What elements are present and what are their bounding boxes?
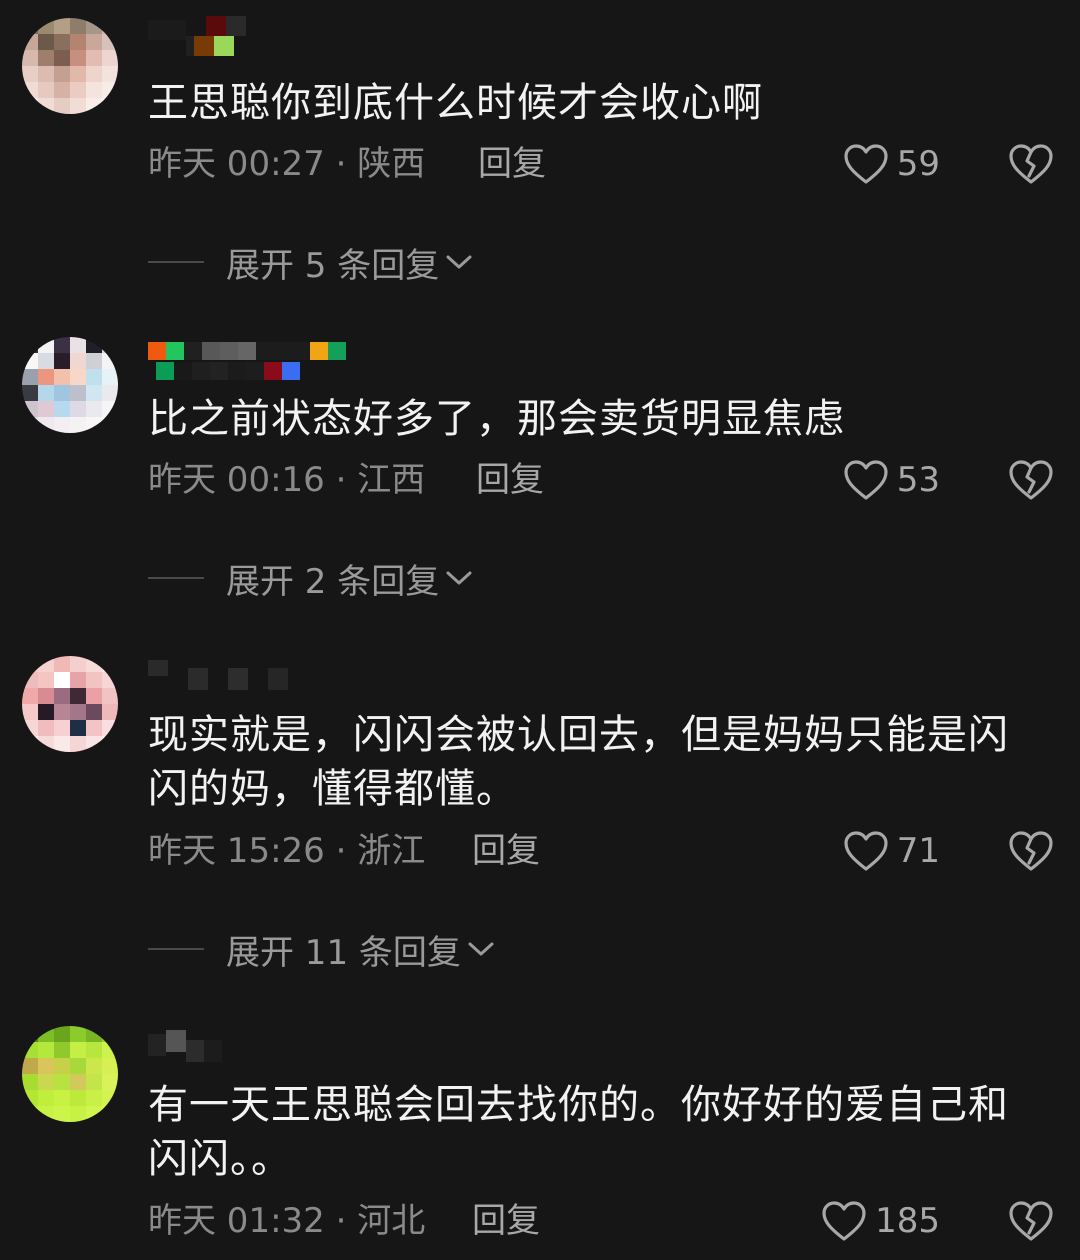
expand-replies-label: 展开 2 条回复: [226, 561, 440, 602]
comment-text: 比之前状态好多了，那会卖货明显焦虑: [148, 396, 845, 442]
like-button[interactable]: 71: [843, 827, 940, 875]
avatar[interactable]: [22, 1026, 118, 1122]
heart-outline-icon: [844, 144, 888, 184]
expand-replies-label: 展开 5 条回复: [226, 245, 440, 286]
comment-meta: 昨天 15:26 · 浙江: [148, 827, 425, 875]
comment-time-location: 昨天 00:16 · 江西: [148, 460, 426, 500]
reply-button[interactable]: 回复: [472, 1197, 540, 1245]
username[interactable]: [148, 1030, 222, 1070]
comment-meta: 昨天 00:27 · 陕西: [148, 140, 425, 188]
comment-text: 王思聪你到底什么时候才会收心啊: [148, 80, 763, 126]
dislike-button[interactable]: [1006, 456, 1056, 504]
comment-time-location: 昨天 00:27 · 陕西: [148, 144, 426, 184]
like-button[interactable]: 53: [843, 456, 940, 504]
broken-heart-icon: [1009, 144, 1053, 184]
divider-line: [148, 948, 204, 950]
dislike-button[interactable]: [1006, 827, 1056, 875]
dislike-button[interactable]: [1006, 140, 1056, 188]
like-count: 53: [896, 460, 940, 500]
comment-meta: 昨天 00:16 · 江西: [148, 456, 425, 504]
username[interactable]: [148, 656, 288, 696]
expand-replies-label: 展开 11 条回复: [226, 932, 461, 973]
avatar[interactable]: [22, 337, 118, 433]
chevron-down-icon: [446, 255, 472, 269]
avatar[interactable]: [22, 18, 118, 114]
reply-button[interactable]: 回复: [478, 140, 546, 188]
heart-outline-icon: [822, 1201, 866, 1241]
reply-button[interactable]: 回复: [476, 456, 544, 504]
broken-heart-icon: [1009, 831, 1053, 871]
like-button[interactable]: 59: [843, 140, 940, 188]
chevron-down-icon: [468, 942, 494, 956]
comment-meta: 昨天 01:32 · 河北: [148, 1197, 425, 1245]
comment-time-location: 昨天 15:26 · 浙江: [148, 831, 426, 871]
like-count: 185: [875, 1201, 940, 1241]
like-count: 59: [896, 144, 940, 184]
broken-heart-icon: [1009, 1201, 1053, 1241]
comment-time-location: 昨天 01:32 · 河北: [148, 1201, 426, 1241]
comment-text: 有一天王思聪会回去找你的。你好好的爱自己和闪闪。。: [148, 1082, 1009, 1182]
divider-line: [148, 577, 204, 579]
dislike-button[interactable]: [1006, 1197, 1056, 1245]
expand-replies-button[interactable]: 展开 5 条回复: [148, 240, 473, 286]
username-pixels: [194, 36, 234, 76]
like-count: 71: [896, 831, 940, 871]
like-button[interactable]: 185: [821, 1197, 940, 1245]
reply-button[interactable]: 回复: [472, 827, 540, 875]
expand-replies-button[interactable]: 展开 2 条回复: [148, 556, 473, 602]
heart-outline-icon: [844, 460, 888, 500]
broken-heart-icon: [1009, 460, 1053, 500]
heart-outline-icon: [844, 831, 888, 871]
comment-text: 现实就是，闪闪会被认回去，但是妈妈只能是闪闪的妈，懂得都懂。: [148, 712, 1009, 812]
chevron-down-icon: [446, 571, 472, 585]
divider-line: [148, 261, 204, 263]
expand-replies-button[interactable]: 展开 11 条回复: [148, 927, 495, 973]
avatar[interactable]: [22, 656, 118, 752]
